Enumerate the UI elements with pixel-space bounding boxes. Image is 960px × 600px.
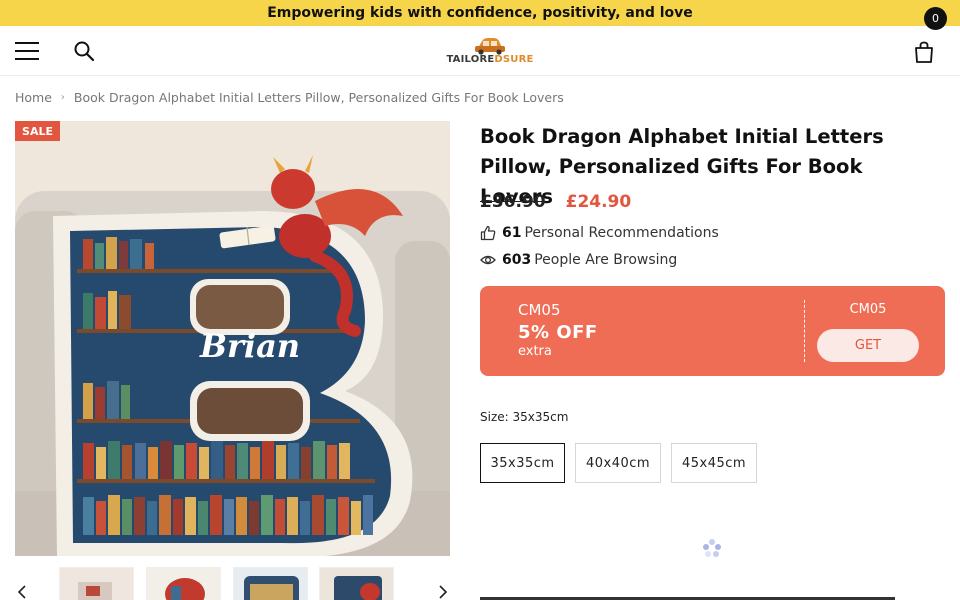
thumbnail-strip [0, 562, 460, 600]
size-option-40x40[interactable]: 40x40cm [575, 443, 661, 483]
sale-badge: SALE [15, 121, 60, 141]
thumbnail-4[interactable] [319, 567, 394, 600]
coupon-extra-label: extra [518, 344, 552, 359]
coupon-code: CM05 [518, 301, 561, 319]
announcement-bar: Empowering kids with confidence, positiv… [0, 0, 960, 26]
recommendations-stat: 61 Personal Recommendations [480, 223, 719, 243]
cart-icon[interactable] [912, 40, 936, 64]
logo-wordmark: TAILOREDSURE [446, 54, 534, 65]
site-header: TAILOREDSURE [0, 26, 960, 76]
store-logo[interactable]: TAILOREDSURE [444, 34, 536, 68]
browsing-stat: 603 People Are Browsing [480, 250, 677, 270]
personalized-name: Brian [200, 327, 301, 365]
browsing-count: 603 [502, 252, 532, 268]
coupon-divider [804, 300, 805, 362]
thumbs-up-icon [480, 225, 496, 241]
recommend-text: Personal Recommendations [524, 225, 719, 241]
chevron-right-icon[interactable] [436, 584, 450, 600]
loading-spinner-icon [703, 539, 721, 557]
coupon-card: CM05 5% OFF extra CM05 GET [480, 286, 945, 376]
breadcrumb-home[interactable]: Home [15, 90, 52, 105]
size-option-35x35[interactable]: 35x35cm [480, 443, 565, 483]
search-icon[interactable] [73, 40, 95, 62]
announcement-text: Empowering kids with confidence, positiv… [267, 5, 693, 21]
chevron-right-icon: › [60, 91, 65, 103]
cart-count-badge: 0 [924, 7, 947, 30]
thumbnail-1[interactable] [59, 567, 134, 600]
car-logo-icon [475, 38, 505, 55]
menu-icon[interactable] [15, 42, 39, 60]
browsing-text: People Are Browsing [534, 252, 678, 268]
price-block: £36.90 £24.90 [480, 190, 631, 214]
original-price: £36.90 [480, 192, 546, 212]
breadcrumb: Home › Book Dragon Alphabet Initial Lett… [15, 88, 564, 106]
eye-icon [480, 255, 496, 265]
thumbnail-3[interactable] [233, 567, 308, 600]
size-option-45x45[interactable]: 45x45cm [671, 443, 757, 483]
coupon-code-right: CM05 [849, 302, 887, 317]
size-label: Size: 35x35cm [480, 410, 569, 424]
coupon-discount: 5% OFF [518, 322, 598, 343]
chevron-left-icon[interactable] [15, 584, 29, 600]
sale-price: £24.90 [565, 192, 632, 212]
breadcrumb-current: Book Dragon Alphabet Initial Letters Pil… [73, 89, 564, 105]
thumbnail-2[interactable] [146, 567, 221, 600]
get-coupon-button[interactable]: GET [817, 329, 919, 362]
recommend-count: 61 [502, 225, 522, 241]
product-main-image[interactable]: Brian [15, 121, 450, 556]
